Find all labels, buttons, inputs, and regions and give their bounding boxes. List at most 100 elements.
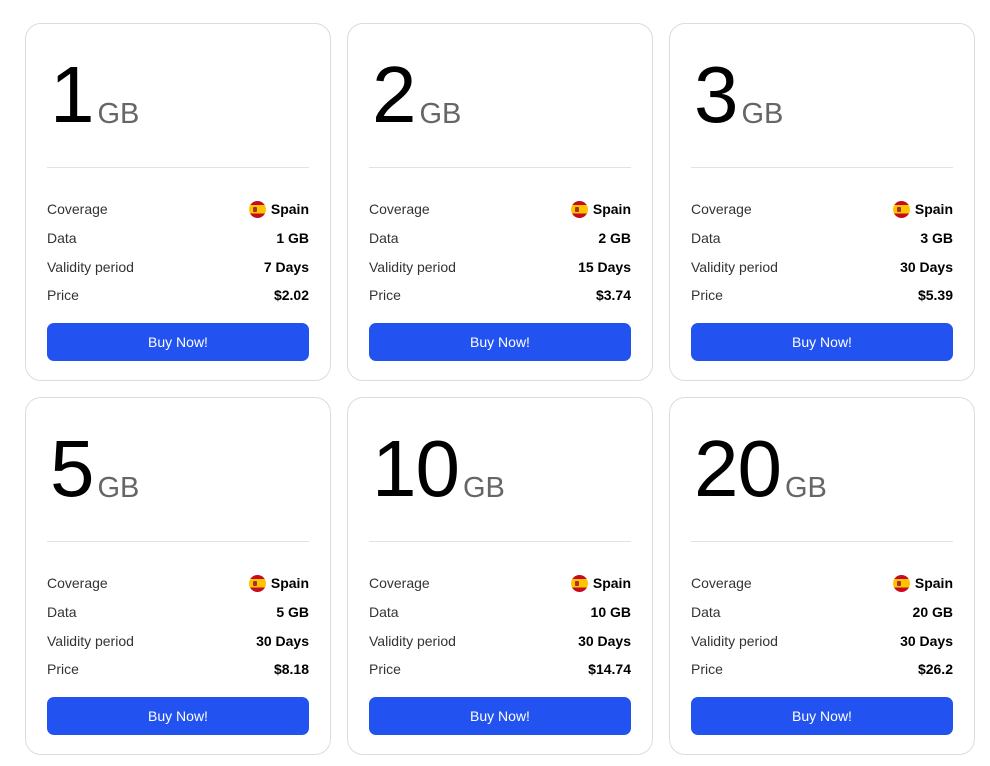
validity-label: Validity period [369, 258, 456, 275]
price-label: Price [691, 661, 723, 678]
plan-amount: 3 [694, 50, 738, 139]
data-row: Data 5 GB [47, 598, 309, 627]
price-value: $3.74 [595, 287, 631, 304]
coverage-value: Spain [570, 200, 631, 218]
plan-card: 2 GB Coverage Spain Data 2 GB Validity p… [347, 23, 653, 381]
price-value: $14.74 [588, 661, 631, 678]
price-row: Price $8.18 [47, 655, 309, 684]
validity-value: 15 Days [578, 258, 631, 275]
spain-flag-icon [570, 574, 588, 592]
plan-details: Coverage Spain Data 3 GB Validity period… [691, 195, 953, 310]
plan-headline: 20 GB [691, 398, 953, 542]
data-label: Data [47, 604, 77, 621]
validity-value: 30 Days [256, 632, 309, 649]
data-value: 3 GB [920, 230, 953, 247]
price-label: Price [369, 661, 401, 678]
coverage-country: Spain [592, 575, 631, 592]
data-value: 20 GB [912, 604, 953, 621]
validity-value: 30 Days [900, 632, 953, 649]
validity-value: 30 Days [900, 258, 953, 275]
plan-details: Coverage Spain Data 10 GB Validity perio… [369, 569, 631, 684]
coverage-country: Spain [270, 201, 309, 218]
validity-label: Validity period [47, 632, 134, 649]
spain-flag-icon [248, 200, 266, 218]
coverage-row: Coverage Spain [47, 195, 309, 224]
spain-flag-icon [892, 574, 910, 592]
price-row: Price $3.74 [369, 281, 631, 310]
data-value: 5 GB [276, 604, 309, 621]
plan-details: Coverage Spain Data 5 GB Validity period… [47, 569, 309, 684]
plan-headline: 10 GB [369, 398, 631, 542]
price-label: Price [47, 661, 79, 678]
coverage-value: Spain [570, 574, 631, 592]
buy-now-button[interactable]: Buy Now! [47, 322, 309, 361]
price-value: $8.18 [273, 661, 309, 678]
validity-value: 30 Days [578, 632, 631, 649]
buy-now-button[interactable]: Buy Now! [691, 696, 953, 735]
price-label: Price [691, 287, 723, 304]
coverage-label: Coverage [369, 575, 430, 592]
plan-card: 1 GB Coverage Spain Data 1 GB Validity p… [25, 23, 331, 381]
coverage-label: Coverage [47, 201, 108, 218]
data-row: Data 3 GB [691, 224, 953, 253]
validity-row: Validity period 30 Days [691, 252, 953, 281]
plan-unit: GB [97, 98, 140, 130]
buy-now-button[interactable]: Buy Now! [691, 322, 953, 361]
coverage-row: Coverage Spain [369, 569, 631, 598]
coverage-row: Coverage Spain [369, 195, 631, 224]
coverage-country: Spain [270, 575, 309, 592]
price-row: Price $2.02 [47, 281, 309, 310]
plan-card: 20 GB Coverage Spain Data 20 GB Validity… [669, 397, 975, 755]
validity-label: Validity period [47, 258, 134, 275]
plan-amount: 5 [50, 424, 94, 513]
validity-label: Validity period [691, 632, 778, 649]
coverage-country: Spain [592, 201, 631, 218]
coverage-country: Spain [914, 575, 953, 592]
plan-headline: 5 GB [47, 398, 309, 542]
plan-unit: GB [419, 98, 462, 130]
validity-row: Validity period 7 Days [47, 252, 309, 281]
validity-row: Validity period 30 Days [691, 626, 953, 655]
plan-headline: 3 GB [691, 24, 953, 168]
coverage-label: Coverage [47, 575, 108, 592]
data-row: Data 1 GB [47, 224, 309, 253]
data-label: Data [691, 604, 721, 621]
buy-now-button[interactable]: Buy Now! [369, 322, 631, 361]
price-value: $26.2 [917, 661, 953, 678]
price-label: Price [47, 287, 79, 304]
coverage-value: Spain [248, 574, 309, 592]
validity-row: Validity period 30 Days [47, 626, 309, 655]
plan-unit: GB [462, 472, 505, 504]
data-value: 10 GB [590, 604, 631, 621]
coverage-country: Spain [914, 201, 953, 218]
buy-now-button[interactable]: Buy Now! [47, 696, 309, 735]
plan-card: 3 GB Coverage Spain Data 3 GB Validity p… [669, 23, 975, 381]
coverage-value: Spain [892, 574, 953, 592]
validity-row: Validity period 30 Days [369, 626, 631, 655]
data-label: Data [691, 230, 721, 247]
coverage-row: Coverage Spain [47, 569, 309, 598]
data-label: Data [369, 230, 399, 247]
price-row: Price $14.74 [369, 655, 631, 684]
spain-flag-icon [570, 200, 588, 218]
spain-flag-icon [892, 200, 910, 218]
plan-details: Coverage Spain Data 20 GB Validity perio… [691, 569, 953, 684]
price-row: Price $5.39 [691, 281, 953, 310]
spain-flag-icon [248, 574, 266, 592]
coverage-row: Coverage Spain [691, 195, 953, 224]
price-value: $2.02 [273, 287, 309, 304]
validity-value: 7 Days [263, 258, 309, 275]
data-value: 2 GB [598, 230, 631, 247]
plan-details: Coverage Spain Data 2 GB Validity period… [369, 195, 631, 310]
buy-now-button[interactable]: Buy Now! [369, 696, 631, 735]
coverage-value: Spain [892, 200, 953, 218]
plan-card: 5 GB Coverage Spain Data 5 GB Validity p… [25, 397, 331, 755]
plan-card: 10 GB Coverage Spain Data 10 GB Validity… [347, 397, 653, 755]
data-label: Data [47, 230, 77, 247]
price-label: Price [369, 287, 401, 304]
plan-details: Coverage Spain Data 1 GB Validity period… [47, 195, 309, 310]
plan-amount: 10 [372, 424, 460, 513]
plan-amount: 1 [50, 50, 94, 139]
plan-amount: 2 [372, 50, 416, 139]
plan-headline: 2 GB [369, 24, 631, 168]
